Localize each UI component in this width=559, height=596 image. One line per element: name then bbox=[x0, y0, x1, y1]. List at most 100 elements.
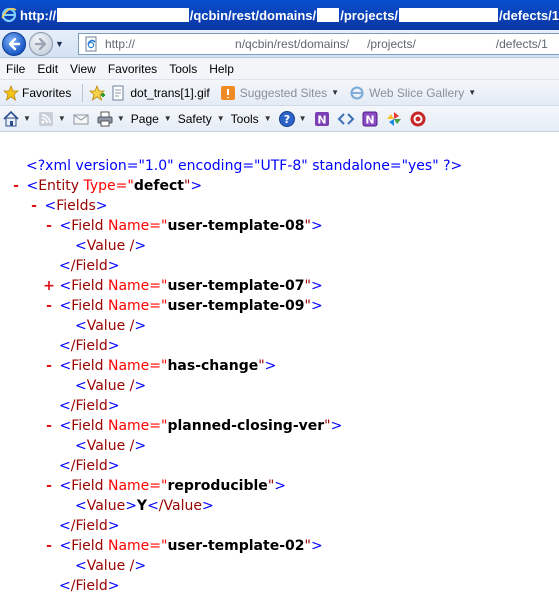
field-close-row: </Field> bbox=[59, 256, 120, 276]
menu-edit[interactable]: Edit bbox=[33, 62, 66, 76]
field-tag: <Field bbox=[59, 358, 104, 374]
help-button[interactable]: ? ▼ bbox=[278, 110, 307, 128]
redacted-project bbox=[399, 8, 499, 22]
field-tag: <Field bbox=[59, 218, 104, 234]
field-name-value: planned-closing-ver bbox=[167, 418, 325, 434]
collapse-toggle[interactable]: - bbox=[43, 416, 55, 436]
back-button[interactable] bbox=[2, 31, 26, 56]
tools-menu-label: Tools bbox=[230, 111, 259, 126]
window-title-path-2: /projects/ bbox=[340, 7, 399, 23]
field-close-tag: </Field> bbox=[59, 458, 120, 474]
addon-button[interactable] bbox=[385, 110, 403, 128]
safety-menu-button[interactable]: Safety ▼ bbox=[178, 112, 225, 126]
collapse-toggle[interactable]: - bbox=[43, 356, 55, 376]
favorite-item-web-slice-gallery[interactable]: Web Slice Gallery ▼ bbox=[349, 85, 476, 101]
attr-close: "> bbox=[267, 478, 286, 494]
field-name-value: user-template-08 bbox=[167, 218, 305, 234]
field-tag: <Field bbox=[59, 478, 104, 494]
value-row: <Value /> bbox=[75, 316, 146, 336]
collapse-toggle[interactable]: - bbox=[43, 296, 55, 316]
command-bar: ▼ ▼ ▼ Page ▼ Safety ▼ Tools ▼ ? ▼ N N bbox=[0, 106, 559, 132]
favorite-item-label: Suggested Sites bbox=[239, 85, 328, 100]
menu-file[interactable]: File bbox=[2, 62, 33, 76]
favorite-item-suggested-sites[interactable]: Suggested Sites ▼ bbox=[220, 85, 339, 101]
attr-close: "> bbox=[304, 538, 323, 554]
home-button[interactable]: ▼ bbox=[2, 110, 31, 128]
name-attr: Name=" bbox=[103, 358, 168, 374]
address-url-path-1: n/qcbin/rest/domains/ bbox=[235, 37, 350, 51]
field-close-row: </Field> bbox=[59, 336, 120, 356]
page-menu-button[interactable]: Page ▼ bbox=[131, 112, 172, 126]
field-close-row: </Field> bbox=[59, 516, 120, 536]
print-button[interactable]: ▼ bbox=[96, 110, 125, 128]
history-dropdown-icon[interactable]: ▼ bbox=[55, 39, 65, 49]
chevron-down-icon[interactable]: ▼ bbox=[58, 114, 66, 123]
field-tag: <Field bbox=[59, 278, 104, 294]
svg-text:?: ? bbox=[283, 113, 289, 126]
home-icon bbox=[3, 110, 19, 126]
collapse-toggle[interactable]: - bbox=[43, 536, 55, 556]
address-bar[interactable]: http:// n/qcbin/rest/domains/ /projects/… bbox=[78, 33, 559, 55]
xml-declaration-close: ?> bbox=[438, 158, 463, 174]
svg-text:N: N bbox=[365, 113, 374, 126]
favorite-item-dot-trans[interactable]: dot_trans[1].gif bbox=[110, 85, 210, 101]
value-row: <Value>Y</Value> bbox=[75, 496, 214, 516]
field-close-tag: </Field> bbox=[59, 398, 120, 414]
xml-encoding-attr: encoding="UTF-8" bbox=[173, 158, 308, 174]
menu-help[interactable]: Help bbox=[205, 62, 242, 76]
window-title-path-1: /qcbin/rest/domains/ bbox=[189, 7, 317, 23]
field-row: + <Field Name="user-template-07"> bbox=[43, 276, 323, 296]
entity-tag: <Entity bbox=[26, 178, 80, 194]
field-name-value: user-template-09 bbox=[167, 298, 305, 314]
field-name-value: reproducible bbox=[167, 478, 268, 494]
printer-icon bbox=[97, 111, 113, 126]
name-attr: Name=" bbox=[103, 278, 168, 294]
expand-toggle[interactable]: + bbox=[43, 276, 55, 296]
redacted-domain bbox=[317, 8, 340, 22]
favorites-label: Favorites bbox=[22, 85, 72, 100]
research-button[interactable] bbox=[409, 110, 427, 128]
chevron-down-icon[interactable]: ▼ bbox=[299, 114, 307, 123]
attr-close: "> bbox=[304, 278, 323, 294]
forward-button[interactable] bbox=[29, 31, 53, 56]
favorite-item-label: dot_trans[1].gif bbox=[130, 85, 210, 100]
chevron-down-icon[interactable]: ▼ bbox=[331, 88, 339, 97]
menu-tools[interactable]: Tools bbox=[165, 62, 205, 76]
onenote-button[interactable]: N bbox=[313, 110, 331, 128]
chevron-down-icon[interactable]: ▼ bbox=[117, 114, 125, 123]
value-row: <Value /> bbox=[75, 436, 146, 456]
add-to-favorites-icon[interactable] bbox=[88, 84, 106, 102]
window-title-prefix: http:// bbox=[20, 7, 57, 23]
collapse-toggle[interactable]: - bbox=[10, 176, 22, 196]
code-arrows-icon bbox=[337, 112, 354, 125]
window-title-path-3: /defects/1 bbox=[499, 7, 559, 23]
chevron-down-icon[interactable]: ▼ bbox=[468, 88, 476, 97]
value-close-tag: </Value> bbox=[147, 498, 214, 514]
field-row: - <Field Name="user-template-08"> bbox=[43, 216, 323, 236]
chevron-down-icon[interactable]: ▼ bbox=[23, 114, 31, 123]
field-value: Y bbox=[136, 498, 148, 514]
svg-text:N: N bbox=[317, 113, 326, 126]
menu-view[interactable]: View bbox=[66, 62, 104, 76]
onenote-send-button[interactable]: N bbox=[361, 110, 379, 128]
favorites-button[interactable]: Favorites bbox=[0, 84, 79, 101]
collapse-toggle[interactable]: - bbox=[43, 216, 55, 236]
value-empty-tag: <Value /> bbox=[75, 318, 147, 334]
arrow-left-icon bbox=[8, 37, 21, 50]
field-tag: <Field bbox=[59, 538, 104, 554]
feeds-button[interactable]: ▼ bbox=[37, 110, 66, 128]
ie-logo-icon bbox=[1, 7, 17, 23]
read-mail-button[interactable] bbox=[72, 110, 90, 128]
menu-favorites[interactable]: Favorites bbox=[104, 62, 165, 76]
help-icon: ? bbox=[278, 110, 295, 127]
collapse-toggle[interactable]: - bbox=[43, 476, 55, 496]
collapse-toggle[interactable]: - bbox=[28, 196, 40, 216]
developer-tools-button[interactable] bbox=[337, 110, 355, 128]
favorites-bar: Favorites dot_trans[1].gif Suggested Sit… bbox=[0, 80, 559, 106]
attr-close: "> bbox=[304, 218, 323, 234]
field-close-tag: </Field> bbox=[59, 258, 120, 274]
value-empty-tag: <Value /> bbox=[75, 438, 147, 454]
field-row: - <Field Name="has-change"> bbox=[43, 356, 276, 376]
xml-declaration-open: <?xml bbox=[26, 158, 76, 174]
tools-menu-button[interactable]: Tools ▼ bbox=[231, 112, 272, 126]
